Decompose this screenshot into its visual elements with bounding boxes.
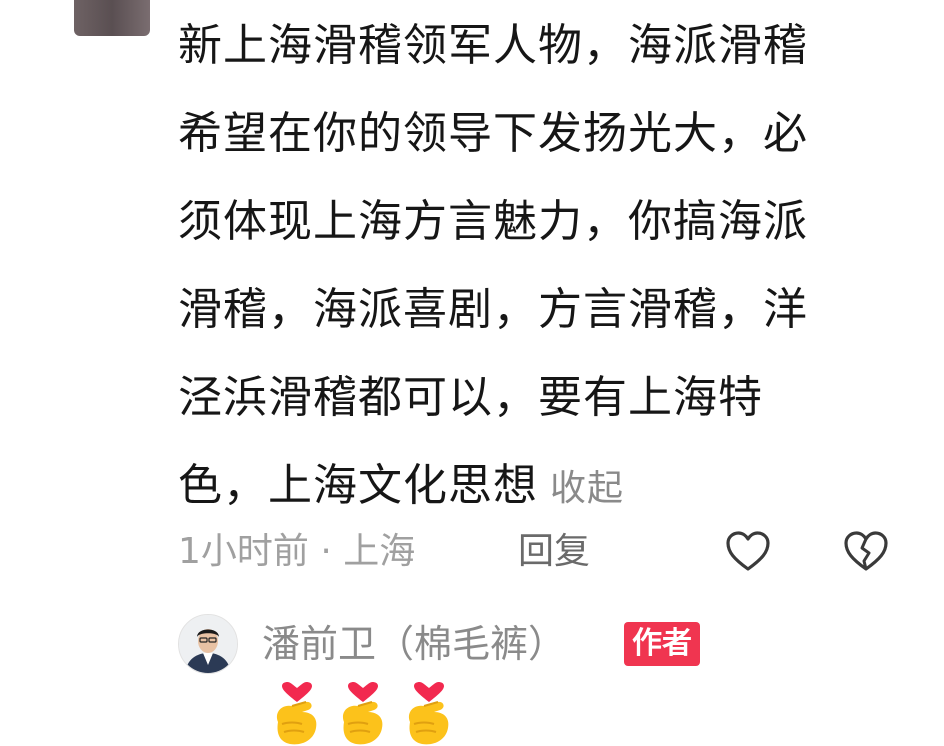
comment-line-text: 色，上海文化思想 xyxy=(178,460,538,511)
finger-heart-icon xyxy=(408,682,449,745)
broken-heart-icon xyxy=(844,531,888,571)
dislike-button[interactable] xyxy=(842,528,890,576)
comment-body: 新上海滑稽领军人物，海派滑稽 希望在你的领导下发扬光大，必 须体现上海方言魅力，… xyxy=(178,2,898,533)
comment-line: 新上海滑稽领军人物，海派滑稽 xyxy=(178,20,808,71)
comment-line: 须体现上海方言魅力，你搞海派 xyxy=(178,196,808,247)
comment-meta: 1小时前 · 上海 回复 xyxy=(178,522,898,582)
comment-line: 滑稽，海派喜剧，方言滑稽，洋 xyxy=(178,284,808,335)
heart-outline-icon xyxy=(726,531,770,571)
reply-username[interactable]: 潘前卫（棉毛裤） xyxy=(262,614,566,674)
reply-content xyxy=(268,682,458,746)
comment-line-last: 色，上海文化思想 收起 xyxy=(178,442,898,533)
reply-button[interactable]: 回复 xyxy=(518,522,590,582)
comment-line: 希望在你的领导下发扬光大，必 xyxy=(178,108,808,159)
comment-time-location: 1小时前 · 上海 xyxy=(178,531,416,572)
collapse-link[interactable]: 收起 xyxy=(550,468,624,509)
like-button[interactable] xyxy=(724,528,772,576)
finger-heart-icon xyxy=(276,682,317,745)
commenter-avatar[interactable] xyxy=(74,0,150,36)
finger-heart-icon xyxy=(342,682,383,745)
person-photo-icon xyxy=(179,615,237,673)
author-badge: 作者 xyxy=(624,622,700,666)
comment-line: 泾浜滑稽都可以，要有上海特 xyxy=(178,372,763,423)
reply-avatar[interactable] xyxy=(178,614,238,674)
